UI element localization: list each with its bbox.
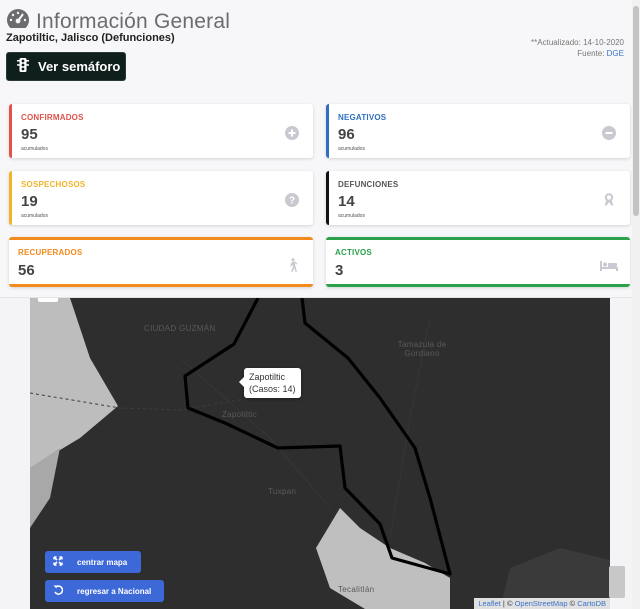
osm-link[interactable]: OpenStreetMap [515,599,568,608]
card-recuperados: RECUPERADOS 56 [9,237,313,287]
leaflet-link[interactable]: Leaflet [478,599,501,608]
card-note: acumulados [21,213,48,219]
place-label: Tamazula de Gordiano [397,340,447,358]
card-sospechosos: SOSPECHOSOS 19 acumulados ? [9,171,313,225]
source-prefix: Fuente: [577,49,607,58]
dashboard-gauge-icon [6,8,30,35]
card-label: CONFIRMADOS [21,113,84,122]
place-label: Tuxpan [268,487,297,496]
return-national-button[interactable]: regresar a Nacional [45,580,164,602]
question-circle-icon: ? [285,193,299,207]
card-value: 14 [338,193,355,210]
scroll-to-top-button[interactable] [609,566,625,598]
crosshair-icon [53,556,77,568]
semaforo-button[interactable]: Ver semáforo [6,52,126,81]
card-value: 3 [335,262,344,279]
place-label: CIUDAD GUZMÁN [144,324,216,333]
undo-icon [53,585,77,597]
attrib-sep2: © [567,599,578,608]
attrib-sep: | © [500,599,515,608]
place-label: Tecalitlán [338,585,375,594]
map-tooltip: Zapotiltic (Casos: 14) [239,368,301,398]
ribbon-icon [602,193,616,207]
source-line: Fuente: DGE [531,48,624,59]
place-label: Zapotiltic [222,410,258,419]
card-note: acumulados [338,146,365,152]
map-attribution: Leaflet | © OpenStreetMap © CartoDB [474,598,610,609]
info-panel: Información General Zapotiltic, Jalisco … [0,0,632,298]
card-negativos: NEGATIVOS 96 acumulados [326,104,630,158]
update-info: **Actualizado: 14-10-2020 Fuente: DGE [531,37,624,59]
traffic-light-icon [17,58,38,75]
card-confirmados: CONFIRMADOS 95 acumulados [9,104,313,158]
card-value: 95 [21,126,38,143]
card-defunciones: DEFUNCIONES 14 acumulados [326,171,630,225]
location-subtitle: Zapotiltic, Jalisco (Defunciones) [6,32,175,44]
card-value: 19 [21,193,38,210]
center-map-button[interactable]: centrar mapa [45,551,141,573]
card-label: DEFUNCIONES [338,180,399,189]
page-title: Información General [36,9,231,33]
semaforo-label: Ver semáforo [38,59,121,74]
tooltip-name: Zapotiltic [249,372,286,382]
card-activos: ACTIVOS 3 [326,237,630,287]
carto-link[interactable]: CartoDB [577,599,606,608]
return-national-label: regresar a Nacional [77,586,152,596]
card-label: ACTIVOS [335,248,372,257]
bed-icon [600,258,618,272]
map-view[interactable]: CIUDAD GUZMÁN Tamazula de Gordiano Zapot… [30,298,610,609]
card-value: 56 [18,262,35,279]
card-value: 96 [338,126,355,143]
card-label: RECUPERADOS [18,248,83,257]
scrollbar[interactable] [632,0,640,609]
svg-text:?: ? [289,196,295,207]
zoom-control[interactable] [38,298,58,302]
plus-circle-icon [285,126,299,140]
updated-date: **Actualizado: 14-10-2020 [531,38,624,47]
center-map-label: centrar mapa [77,557,128,567]
walking-icon [285,258,299,272]
card-label: NEGATIVOS [338,113,387,122]
page-gutter-left [0,298,30,609]
card-note: acumulados [21,146,48,152]
page-gutter-right [610,298,632,609]
source-link[interactable]: DGE [607,49,624,58]
title-row: Información General [6,8,230,35]
tooltip-cases: (Casos: 14) [249,384,296,394]
scrollbar-thumb[interactable] [633,6,639,216]
minus-circle-icon [602,126,616,140]
card-label: SOSPECHOSOS [21,180,86,189]
card-note: acumulados [338,213,365,219]
